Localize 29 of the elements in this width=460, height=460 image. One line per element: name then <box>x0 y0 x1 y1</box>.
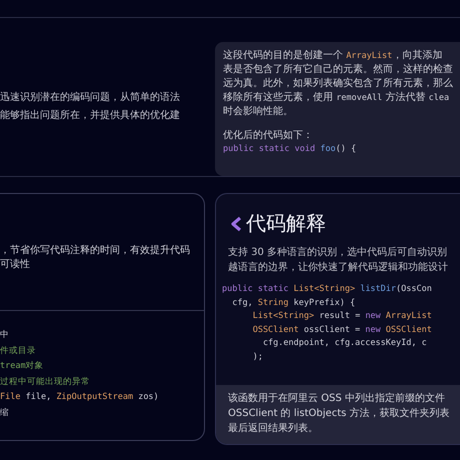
code-line: cfg.endpoint, cfg.accessKeyId, c <box>262 337 428 350</box>
chevron-icon <box>230 216 242 232</box>
explanation-line: 该函数用于在阿里云 OSS 中列出指定前缀的文件 <box>228 392 446 406</box>
description-line: 迅速识别潜在的编码问题，从简单的语法 <box>0 91 181 105</box>
code-line: 中 <box>0 329 10 342</box>
code-line: 件或目录 <box>0 344 37 358</box>
answer-line: 远为真。此外，如果列表确实包含了所有元素，那么 <box>223 77 454 91</box>
answer-line: 移除所有这些元素，使用 removeAll 方法代替 clea <box>223 91 450 105</box>
code-line: public static List<String> listDir(OssCon <box>222 283 433 296</box>
code-line: OSSClient ossClient = new OSSClient <box>252 324 433 337</box>
code-line: cfg, String keyPrefix) { <box>231 296 356 310</box>
code-line: 缩 <box>0 406 10 420</box>
code-line: ); <box>252 350 264 364</box>
answer-line: 优化后的代码如下： <box>223 129 314 143</box>
answer-line: 这段代码的目的是创建一个 ArrayList，向其添加 <box>223 49 444 63</box>
explanation-line: OSSClient 的 listObjects 方法，获取文件夹列表 <box>228 406 451 421</box>
code-line: 过程中可能出现的异常 <box>0 376 91 389</box>
code-line: public static void foo() { <box>223 143 358 156</box>
answer-line: 表是否包含了所有它自己的元素。然而，这样的检查 <box>223 63 454 77</box>
feature-description: 越语言的边界，让你快速了解代码逻辑和功能设计 <box>228 260 449 275</box>
code-line: List<String> result = new ArrayList <box>252 310 433 324</box>
feature-title: 代码解释 <box>246 210 326 237</box>
code-line: tream对象 <box>0 360 45 374</box>
feature-description: ，节省你写代码注释的时间，有效提升代码可读性 <box>0 244 191 272</box>
answer-line: 时会影响性能。 <box>223 105 294 119</box>
explanation-line: 最后返回结果列表。 <box>228 422 319 436</box>
code-line: File file, ZipOutputStream zos) <box>0 391 160 404</box>
description-line: 能够指出问题所在，并提供具体的优化建 <box>0 109 181 123</box>
feature-description: 支持 30 多种语言的识别，选中代码后可自动识别 <box>228 246 448 260</box>
